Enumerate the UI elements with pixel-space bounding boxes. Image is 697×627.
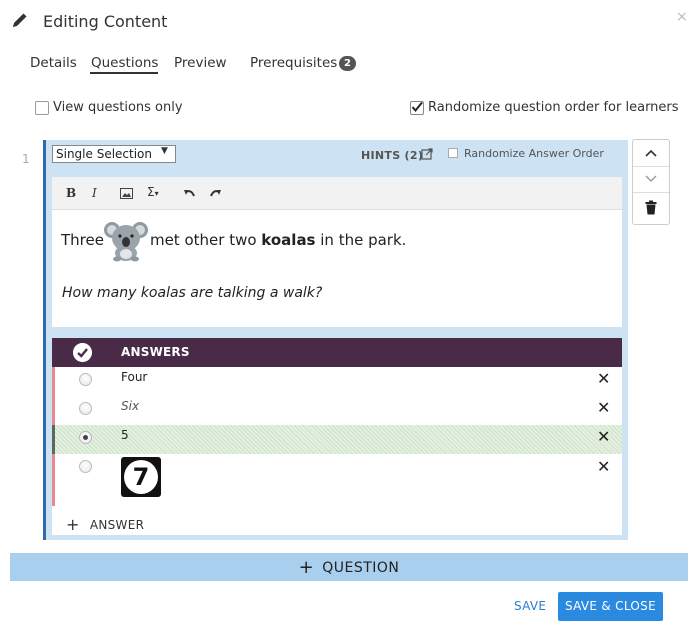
answer-radio-selected[interactable]: [79, 431, 92, 444]
active-tab-indicator: [90, 72, 158, 74]
randomize-order-label: Randomize question order for learners: [428, 100, 679, 115]
chevron-up-icon[interactable]: [643, 147, 659, 159]
image-icon[interactable]: [120, 188, 133, 199]
close-button[interactable]: ×: [676, 9, 688, 25]
question-type-select[interactable]: Single Selection: [52, 145, 176, 163]
prerequisites-count-badge: 2: [339, 56, 356, 71]
delete-answer-icon[interactable]: ✕: [597, 457, 610, 476]
dialog-title: Editing Content: [43, 12, 168, 31]
add-question-button[interactable]: + QUESTION: [10, 553, 688, 581]
bold-button[interactable]: B: [66, 186, 76, 200]
save-and-close-button[interactable]: SAVE & CLOSE: [558, 592, 663, 621]
answer-row-selected: [52, 425, 622, 454]
answer-radio[interactable]: [79, 460, 92, 473]
trash-icon[interactable]: [645, 200, 657, 215]
answer-text[interactable]: Four: [121, 370, 147, 384]
divider: [633, 166, 669, 167]
view-questions-only-label: View questions only: [53, 100, 183, 115]
redo-icon[interactable]: [209, 188, 222, 199]
delete-answer-icon[interactable]: ✕: [597, 427, 610, 446]
koala-image: [104, 222, 148, 262]
answer-text[interactable]: Six: [121, 399, 139, 413]
divider: [633, 192, 669, 193]
external-link-icon[interactable]: [421, 148, 433, 160]
tab-preview[interactable]: Preview: [174, 55, 227, 71]
save-button[interactable]: SAVE: [514, 599, 546, 613]
add-answer-button[interactable]: + ANSWER: [66, 514, 145, 534]
randomize-answer-order-label: Randomize Answer Order: [464, 147, 604, 160]
answer-incorrect-marker: [52, 367, 55, 396]
hints-link[interactable]: HINTS (2): [361, 149, 423, 162]
view-questions-only-checkbox[interactable]: [35, 101, 49, 115]
undo-icon[interactable]: [183, 188, 196, 199]
answers-header-label: ANSWERS: [121, 345, 190, 359]
italic-button[interactable]: I: [92, 186, 97, 200]
number-seven-glyph: 7: [124, 460, 158, 494]
chevron-down-icon[interactable]: [643, 173, 659, 185]
editor-toolbar: [52, 177, 622, 210]
add-answer-label: ANSWER: [89, 518, 145, 532]
randomize-answer-order-checkbox[interactable]: [448, 148, 458, 158]
answer-radio[interactable]: [79, 373, 92, 386]
answer-incorrect-marker: [52, 454, 55, 506]
delete-answer-icon[interactable]: ✕: [597, 398, 610, 417]
sigma-icon[interactable]: Σ▾: [147, 185, 159, 199]
tab-prerequisites[interactable]: Prerequisites: [250, 55, 337, 71]
answer-incorrect-marker: [52, 396, 55, 425]
plus-icon: +: [66, 515, 80, 534]
dropdown-arrow-icon: ▼: [161, 146, 168, 156]
checkmark-icon: [411, 101, 423, 113]
question-prompt-italic: How many koalas are talking a walk?: [62, 285, 323, 301]
question-number: 1: [22, 152, 30, 166]
tab-details[interactable]: Details: [30, 55, 77, 71]
check-circle-icon: [73, 343, 92, 362]
answer-radio[interactable]: [79, 402, 92, 415]
pencil-icon: [13, 13, 27, 27]
randomize-order-checkbox[interactable]: [410, 101, 424, 115]
add-question-label: QUESTION: [322, 560, 400, 576]
delete-answer-icon[interactable]: ✕: [597, 369, 610, 388]
plus-icon: +: [298, 557, 315, 578]
tab-questions[interactable]: Questions: [91, 55, 158, 71]
answer-text[interactable]: 5: [121, 428, 129, 442]
